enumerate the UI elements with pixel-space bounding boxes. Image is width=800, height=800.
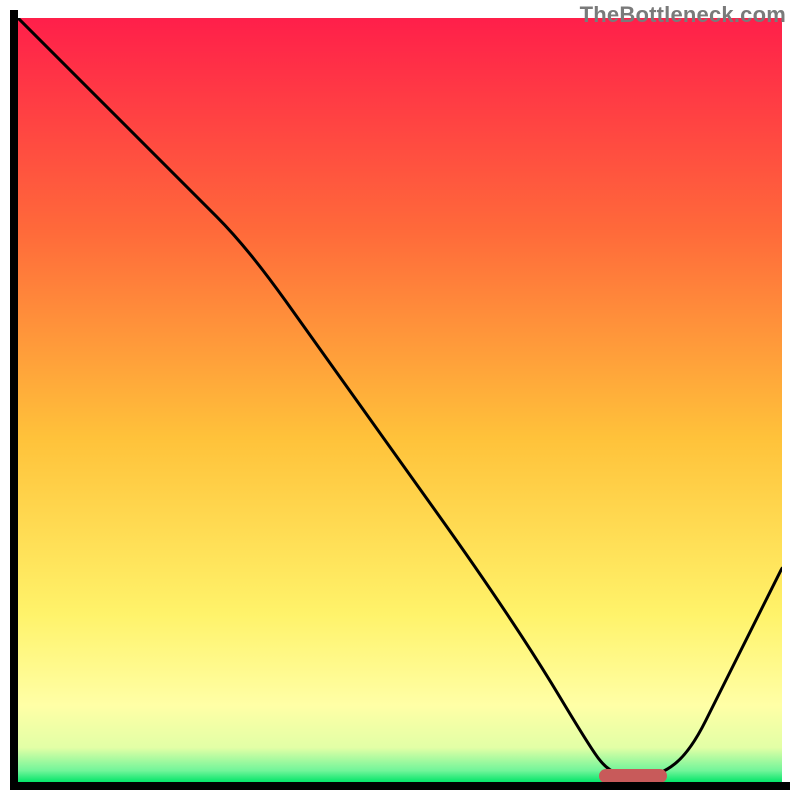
optimal-band-marker bbox=[599, 769, 668, 782]
plot-area bbox=[18, 18, 782, 782]
chart-container: TheBottleneck.com bbox=[0, 0, 800, 800]
gradient-background bbox=[18, 18, 782, 782]
y-axis bbox=[10, 10, 18, 790]
watermark-text: TheBottleneck.com bbox=[580, 2, 786, 28]
x-axis bbox=[10, 782, 790, 790]
